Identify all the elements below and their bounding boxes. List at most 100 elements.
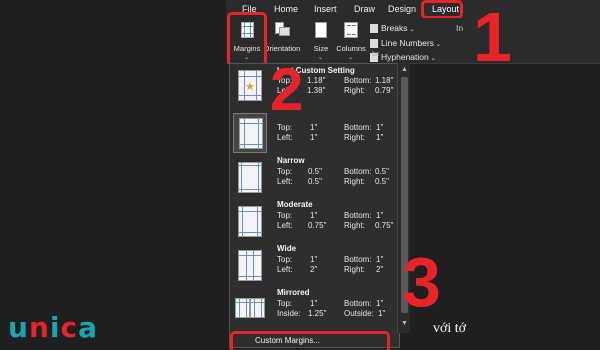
preset-value: 0.79" — [375, 86, 394, 95]
preset-value: 1" — [376, 211, 384, 220]
indent-label-fragment: In — [456, 23, 464, 33]
preset-label: Bottom: — [344, 123, 372, 132]
preset-value: 1" — [376, 123, 384, 132]
columns-button[interactable]: Columns ⌄ — [334, 18, 368, 64]
margin-preset-last-custom[interactable]: ★ Last Custom Setting Top: 1.18" Bottom:… — [230, 66, 396, 110]
preset-name: Wide — [277, 244, 297, 253]
line-numbers-label: Line Numbers — [381, 38, 434, 48]
preset-thumbnail — [233, 113, 267, 153]
preset-value: 1" — [376, 299, 384, 308]
preset-value: 2" — [310, 265, 318, 274]
preset-value: 1" — [378, 309, 386, 318]
preset-value: 1" — [310, 123, 318, 132]
preset-label: Right: — [344, 133, 365, 142]
unica-logo: unica — [8, 311, 98, 344]
preset-name: Moderate — [277, 200, 313, 209]
star-icon: ★ — [245, 81, 255, 93]
step-2-annotation: 2 — [270, 56, 304, 123]
preset-value: 1" — [376, 133, 384, 142]
chevron-down-icon: ⌄ — [348, 55, 354, 61]
orientation-label: Orientation — [263, 44, 301, 53]
preset-label: Top: — [277, 255, 293, 264]
preset-label: Left: — [277, 265, 293, 274]
preset-label: Outside: — [344, 309, 374, 318]
preset-value: 1.18" — [307, 76, 326, 85]
size-icon — [315, 22, 327, 38]
document-text-fragment: với tớ — [433, 321, 467, 336]
preset-label: Right: — [344, 86, 365, 95]
preset-thumbnail — [233, 157, 267, 197]
scroll-up-icon[interactable]: ▲ — [400, 65, 409, 74]
preset-label: Bottom: — [344, 299, 372, 308]
preset-label: Top: — [277, 299, 293, 308]
orientation-icon — [275, 22, 290, 38]
preset-label: Top: — [277, 211, 293, 220]
chevron-down-icon: ⌄ — [318, 55, 324, 61]
preset-label: Inside: — [277, 309, 301, 318]
margin-preset-normal[interactable]: Top: 1" Bottom: 1" Left: 1" Right: 1" — [230, 112, 396, 156]
group-label-fragment: bc — [372, 51, 380, 58]
preset-value: 1.18" — [375, 76, 394, 85]
margin-preset-wide[interactable]: Wide Top: 1" Bottom: 1" Left: 2" Right: … — [230, 244, 396, 288]
preset-value: 1.25" — [308, 309, 327, 318]
preset-label: Left: — [277, 133, 293, 142]
size-button[interactable]: Size ⌄ — [310, 18, 332, 64]
preset-thumbnail — [233, 289, 267, 329]
preset-label: Left: — [277, 221, 293, 230]
preset-value: 1" — [310, 211, 318, 220]
preset-value: 0.5" — [308, 177, 322, 186]
preset-label: Bottom: — [344, 211, 372, 220]
logo-letter: c — [60, 311, 79, 344]
columns-label: Columns — [336, 44, 366, 53]
preset-value: 1" — [310, 133, 318, 142]
breaks-label: Breaks — [381, 23, 408, 33]
chevron-down-icon: ⌄ — [409, 27, 415, 33]
preset-thumbnail: ★ — [233, 67, 267, 107]
preset-value: 1" — [310, 255, 318, 264]
chevron-down-icon: ⌄ — [430, 56, 436, 62]
preset-label: Right: — [344, 265, 365, 274]
ribbon-tab-bar: File Home Insert Draw Design Layout — [226, 0, 600, 18]
tab-design[interactable]: Design — [386, 2, 418, 16]
highlight-custom-margins — [230, 331, 390, 350]
preset-name: Narrow — [277, 156, 305, 165]
preset-value: 1" — [310, 299, 318, 308]
size-label: Size — [313, 44, 329, 53]
preset-label: Bottom: — [344, 255, 372, 264]
preset-label: Right: — [344, 221, 365, 230]
highlight-layout-tab — [421, 0, 463, 19]
preset-value: 0.75" — [308, 221, 327, 230]
line-numbers-icon — [370, 39, 378, 49]
preset-value: 0.5" — [375, 177, 389, 186]
preset-value: 0.75" — [375, 221, 394, 230]
preset-label: Bottom: — [344, 167, 372, 176]
preset-label: Top: — [277, 123, 293, 132]
hyphenation-label: Hyphenation — [381, 52, 429, 62]
preset-label: Top: — [277, 167, 293, 176]
margin-preset-moderate[interactable]: Moderate Top: 1" Bottom: 1" Left: 0.75" … — [230, 200, 396, 244]
logo-letter: i — [49, 311, 61, 344]
margin-preset-mirrored[interactable]: Mirrored Top: 1" Bottom: 1" Inside: 1.25… — [230, 288, 396, 332]
preset-label: Right: — [344, 177, 365, 186]
preset-value: 2" — [376, 265, 384, 274]
logo-letter: a — [78, 311, 98, 344]
margin-preset-narrow[interactable]: Narrow Top: 0.5" Bottom: 0.5" Left: 0.5"… — [230, 156, 396, 200]
preset-value: 1" — [376, 255, 384, 264]
preset-thumbnail — [233, 245, 267, 285]
hyphenation-button[interactable]: Hyphenation ⌄ — [370, 50, 436, 64]
step-3-annotation: 3 — [402, 243, 441, 321]
preset-label: Left: — [277, 177, 293, 186]
preset-value: 1.38" — [307, 86, 326, 95]
tab-home[interactable]: Home — [272, 2, 300, 16]
preset-thumbnail — [233, 201, 267, 241]
columns-icon — [344, 22, 358, 38]
preset-label: Bottom: — [344, 76, 372, 85]
tab-draw[interactable]: Draw — [352, 2, 377, 16]
line-numbers-button[interactable]: Line Numbers ⌄ — [370, 36, 441, 50]
tab-insert[interactable]: Insert — [312, 2, 339, 16]
breaks-button[interactable]: Breaks ⌄ — [370, 21, 415, 35]
preset-value: 0.5" — [375, 167, 389, 176]
highlight-margins-button — [227, 12, 267, 66]
step-1-annotation: 1 — [473, 0, 512, 76]
chevron-down-icon: ⌄ — [435, 42, 441, 48]
